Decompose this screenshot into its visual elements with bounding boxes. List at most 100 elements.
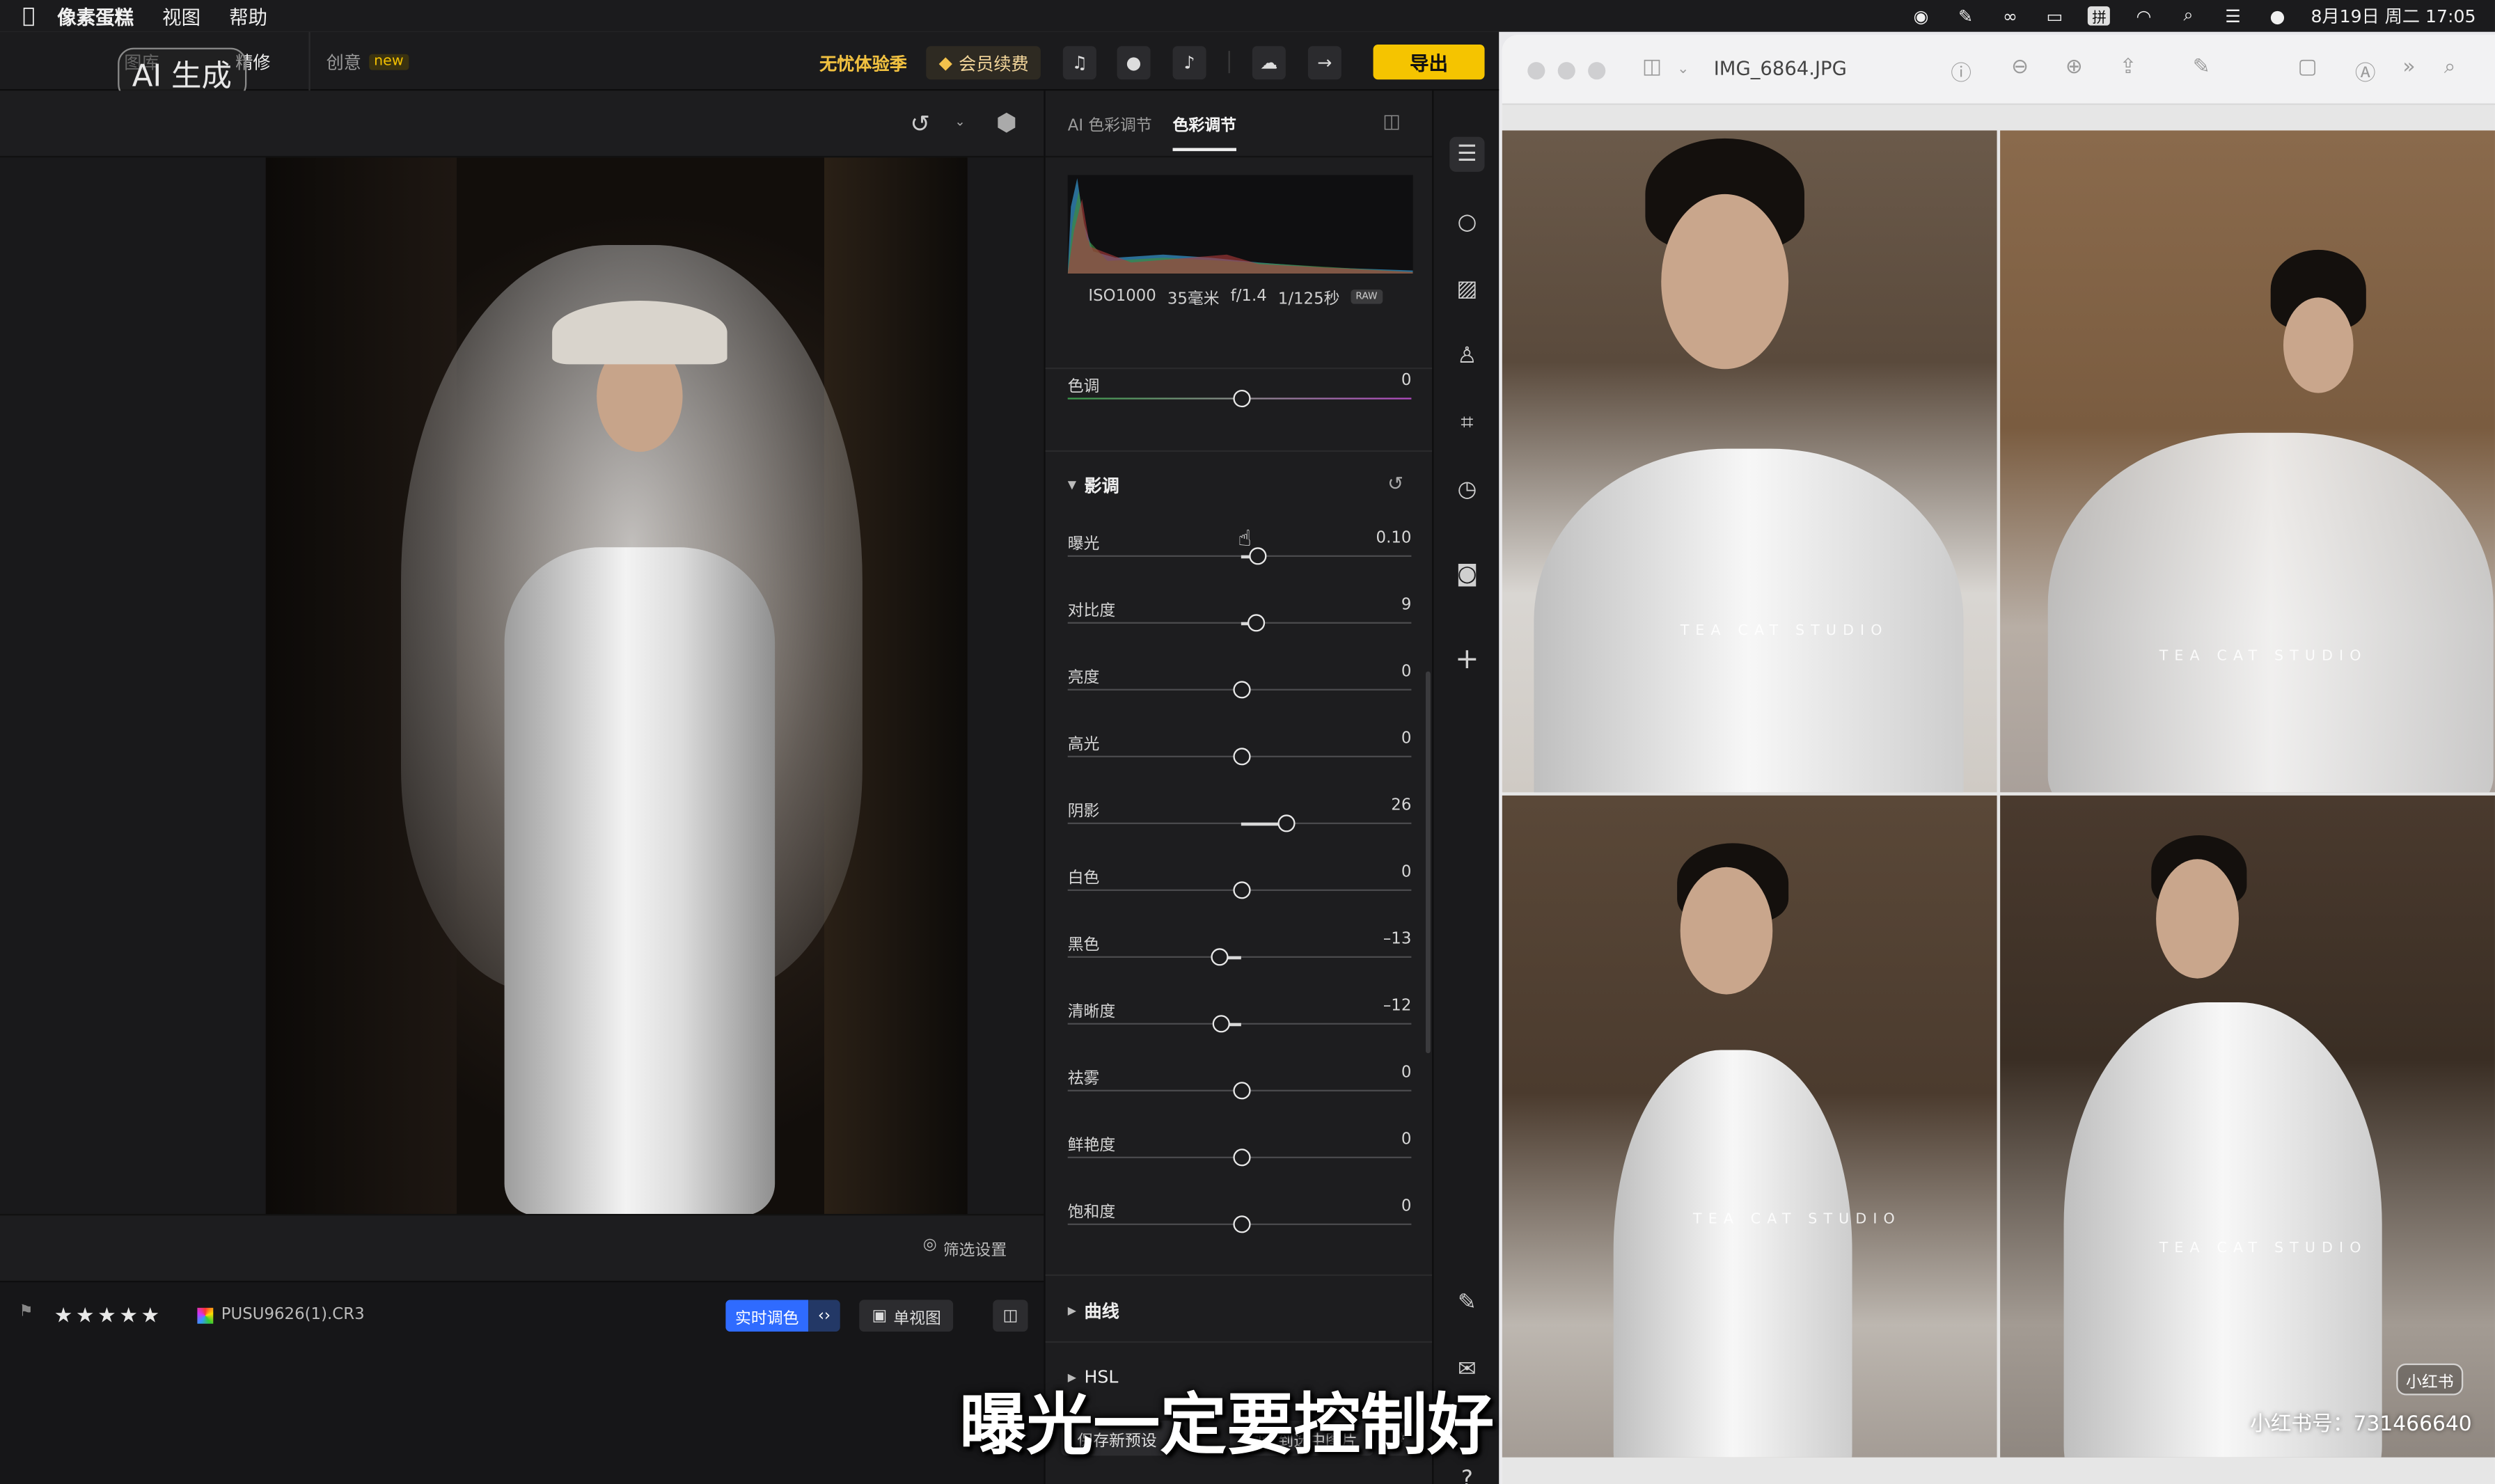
- camera-icon[interactable]: ◙: [1449, 557, 1484, 592]
- info-icon[interactable]: ⓘ: [1951, 56, 1971, 86]
- slider-row[interactable]: 高光 0: [1067, 730, 1412, 797]
- search-icon[interactable]: ⌕: [2444, 56, 2456, 79]
- edited-photo[interactable]: [265, 157, 968, 1214]
- image-canvas[interactable]: [0, 157, 1044, 1214]
- control-center-icon[interactable]: ☰: [2222, 6, 2244, 26]
- slider-row[interactable]: 饱和度 0: [1067, 1198, 1412, 1265]
- live-adjust-toggle[interactable]: 实时调色 ‹›: [725, 1300, 840, 1332]
- share-icon[interactable]: ⇪: [2120, 56, 2137, 79]
- slider-value[interactable]: –12: [1383, 997, 1412, 1015]
- slider-value[interactable]: 0: [1401, 864, 1412, 881]
- undo-icon[interactable]: ↺: [910, 110, 930, 139]
- panel-scrollbar[interactable]: [1425, 671, 1431, 1054]
- crop-icon[interactable]: ⌗: [1449, 406, 1484, 441]
- slider-row[interactable]: 鲜艳度 0: [1067, 1131, 1412, 1198]
- promo-text[interactable]: 无忧体验季: [819, 51, 907, 77]
- slider-value[interactable]: 0: [1401, 1198, 1412, 1215]
- tone-section-header[interactable]: ▼ 影调: [1068, 473, 1119, 498]
- slider-knob[interactable]: [1232, 748, 1250, 766]
- menu-app-name[interactable]: 像素蛋糕: [57, 2, 134, 29]
- battery-icon[interactable]: ▭: [2044, 6, 2066, 26]
- export-button[interactable]: 导出: [1373, 44, 1485, 80]
- slider-row[interactable]: 祛雾 0: [1067, 1064, 1412, 1131]
- slider-knob[interactable]: [1277, 814, 1295, 832]
- menu-help[interactable]: 帮助: [229, 2, 267, 29]
- tab-color-adjust[interactable]: 色彩调节: [1172, 111, 1236, 152]
- code-icon[interactable]: ‹›: [808, 1300, 840, 1332]
- curve-section-header[interactable]: ▶ 曲线: [1068, 1298, 1119, 1324]
- record-icon[interactable]: ◉: [1910, 6, 1933, 26]
- spotlight-search-icon[interactable]: ⌕: [2178, 5, 2200, 26]
- account-icon[interactable]: ●: [1117, 46, 1151, 80]
- annotate-icon[interactable]: Ⓐ: [2355, 56, 2376, 86]
- minimize-window-button[interactable]: [1557, 62, 1575, 80]
- zoom-in-icon[interactable]: ⊕: [2065, 56, 2083, 79]
- chevron-down-icon[interactable]: ⌄: [1677, 62, 1689, 78]
- reference-photo-4[interactable]: TEA CAT STUDIO: [2000, 795, 2495, 1458]
- tab-creative[interactable]: 创意 new: [326, 32, 409, 91]
- tab-ai-color[interactable]: AI 色彩调节: [1068, 111, 1152, 135]
- close-window-button[interactable]: [1527, 62, 1545, 80]
- slider-value[interactable]: 0.10: [1376, 530, 1412, 547]
- slider-knob[interactable]: [1232, 1082, 1250, 1100]
- slider-row[interactable]: 阴影 26: [1067, 797, 1412, 864]
- wifi-icon[interactable]: ◠: [2133, 6, 2155, 26]
- color-label-icon[interactable]: [197, 1307, 214, 1323]
- reset-icon[interactable]: ↺: [1387, 473, 1403, 495]
- arrow-right-icon[interactable]: →: [1307, 46, 1341, 80]
- reference-photo-3[interactable]: TEA CAT STUDIO: [1502, 795, 1997, 1458]
- bell-icon[interactable]: ♪: [1172, 46, 1206, 80]
- slider-knob[interactable]: [1210, 948, 1228, 966]
- tint-value[interactable]: 0: [1401, 372, 1412, 390]
- slider-value[interactable]: 26: [1391, 797, 1411, 814]
- reference-photo-2[interactable]: TEA CAT STUDIO: [2000, 130, 2495, 793]
- menu-view[interactable]: 视图: [162, 2, 200, 29]
- rating-stars[interactable]: ★★★★★: [54, 1304, 163, 1328]
- single-view-button[interactable]: ▣ 单视图: [859, 1300, 954, 1332]
- markup-icon[interactable]: ✎: [2193, 56, 2210, 79]
- add-icon[interactable]: +: [1449, 641, 1484, 676]
- more-icon[interactable]: »: [2402, 56, 2415, 79]
- slider-track[interactable]: [1067, 555, 1412, 557]
- slider-row[interactable]: 白色 0: [1067, 864, 1412, 931]
- slider-value[interactable]: 9: [1401, 597, 1412, 614]
- panel-layout-icon[interactable]: ◫: [1383, 110, 1401, 132]
- rotate-icon[interactable]: ▢: [2298, 56, 2317, 79]
- siri-icon[interactable]: ●: [2267, 6, 2289, 26]
- chevron-down-icon[interactable]: ⌄: [954, 115, 965, 129]
- sidebar-icon[interactable]: ◫: [1642, 56, 1662, 79]
- zoom-window-button[interactable]: [1588, 62, 1606, 80]
- slider-knob[interactable]: [1248, 614, 1266, 632]
- slider-knob[interactable]: [1250, 547, 1268, 565]
- flag-icon[interactable]: ⚑: [19, 1303, 33, 1320]
- slider-row[interactable]: 对比度 9: [1067, 597, 1412, 663]
- slider-row[interactable]: 黑色 –13: [1067, 931, 1412, 997]
- compare-view-icon[interactable]: ◫: [993, 1300, 1028, 1332]
- filter-settings-button[interactable]: ◎ 筛选设置: [923, 1236, 1007, 1260]
- apple-icon[interactable]: : [0, 4, 57, 28]
- face-icon[interactable]: ○: [1449, 205, 1484, 240]
- slider-track[interactable]: [1067, 622, 1412, 624]
- slider-row[interactable]: 清晰度 –12: [1067, 997, 1412, 1064]
- cloud-icon[interactable]: ☁: [1252, 46, 1286, 80]
- reference-photo-1[interactable]: TEA CAT STUDIO: [1502, 130, 1997, 793]
- slider-knob[interactable]: [1232, 881, 1250, 899]
- slider-value[interactable]: 0: [1401, 663, 1412, 681]
- creative-cloud-icon[interactable]: ∞: [1999, 6, 2022, 26]
- slider-value[interactable]: 0: [1401, 1064, 1412, 1082]
- slider-value[interactable]: –13: [1383, 931, 1412, 948]
- slider-value[interactable]: 0: [1401, 1131, 1412, 1148]
- slider-value[interactable]: 0: [1401, 730, 1412, 748]
- clipboard-icon[interactable]: ✎: [1955, 6, 1977, 26]
- headphones-icon[interactable]: ♫: [1062, 46, 1096, 80]
- slider-knob[interactable]: [1232, 1148, 1250, 1167]
- slider-knob[interactable]: [1232, 1215, 1250, 1233]
- tint-knob[interactable]: [1232, 389, 1250, 408]
- history-icon[interactable]: ◷: [1449, 473, 1484, 507]
- image-icon[interactable]: ▨: [1449, 272, 1484, 307]
- slider-knob[interactable]: [1232, 681, 1250, 699]
- member-renew-button[interactable]: ◆ 会员续费: [926, 46, 1041, 80]
- slider-track[interactable]: [1067, 822, 1412, 824]
- slider-row[interactable]: 亮度 0: [1067, 663, 1412, 730]
- notes-icon[interactable]: ✎: [1449, 1286, 1484, 1320]
